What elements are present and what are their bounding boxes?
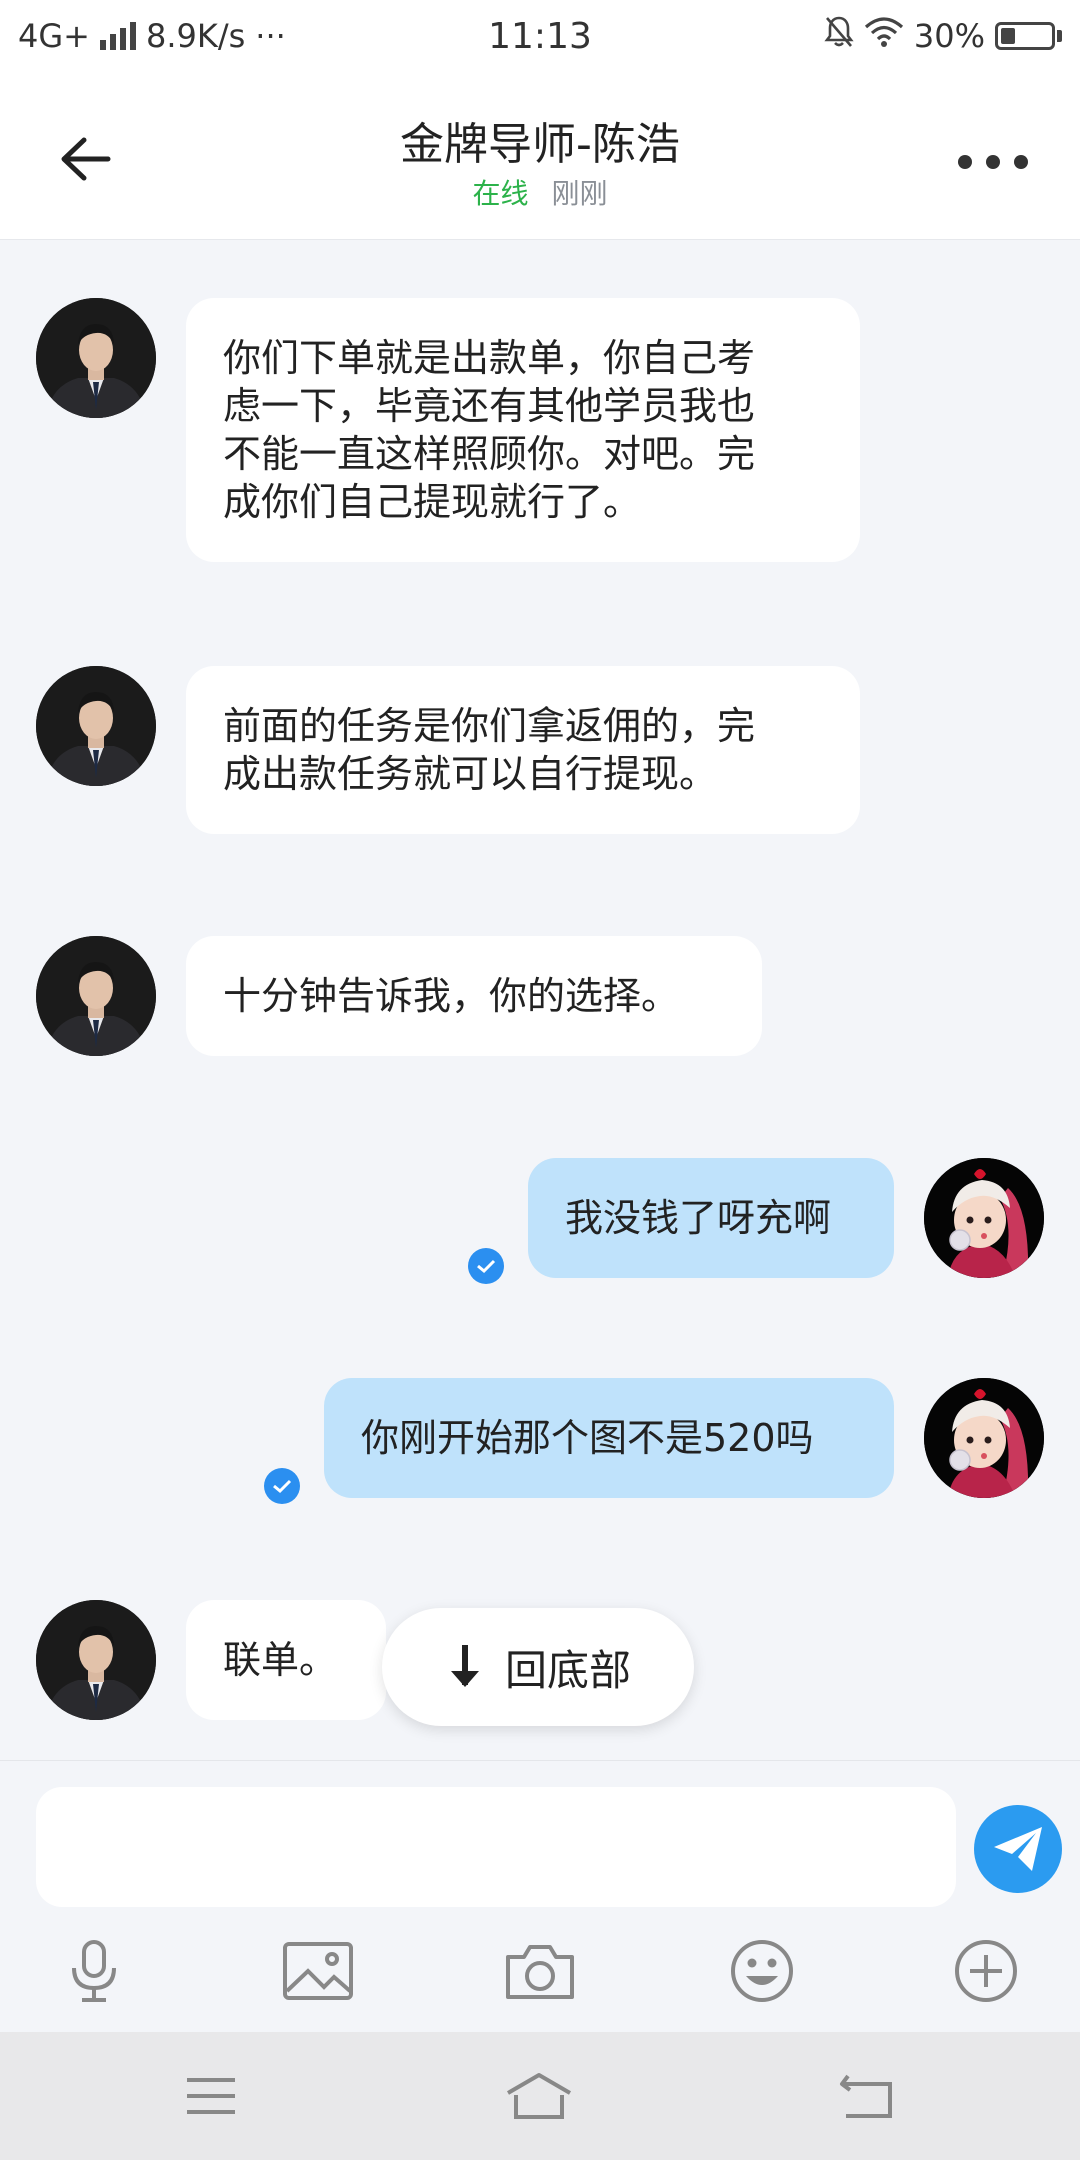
message-input[interactable] [36,1787,956,1907]
paper-plane-icon [994,1827,1042,1871]
scroll-to-bottom-button[interactable]: 回底部 [382,1608,694,1726]
status-left: 4G+ 8.9K/s ··· [18,17,286,55]
system-nav-bar [0,2032,1080,2160]
more-options-button[interactable] [958,142,1028,182]
battery-icon [995,22,1062,50]
message-bubble-incoming[interactable]: 十分钟告诉我，你的选择。 [186,936,762,1056]
contact-name[interactable]: 金牌导师-陈浩 [0,108,1080,172]
image-icon[interactable] [278,1931,358,2011]
back-icon[interactable] [832,2066,902,2126]
chat-header: 金牌导师-陈浩 在线 刚刚 [0,72,1080,240]
message-line: 成出款任务就可以自行提现。 [223,752,718,796]
plus-icon[interactable] [946,1931,1026,2011]
message-line: 我没钱了呀充啊 [565,1196,832,1240]
emoji-icon[interactable] [722,1931,802,2011]
composer-toolbar [0,1931,1080,2021]
home-icon[interactable] [504,2066,574,2126]
user-avatar[interactable] [924,1378,1044,1498]
arrow-down-icon [450,1645,479,1687]
message-line: 前面的任务是你们拿返佣的，完 [223,704,756,748]
presence-status: 在线 刚刚 [0,172,1080,212]
send-button[interactable] [974,1805,1062,1893]
network-type: 4G+ [18,17,90,55]
signal-icon [99,22,136,50]
scroll-to-bottom-label: 回底部 [504,1645,631,1695]
contact-avatar[interactable] [36,1600,156,1720]
online-status: 在线 [472,177,529,210]
battery-percent: 30% [913,17,985,55]
user-avatar[interactable] [924,1158,1044,1278]
message-line: 你们下单就是出款单，你自己考 [223,336,756,380]
composer-area [0,1760,1080,2032]
message-bubble-outgoing[interactable]: 我没钱了呀充啊 [528,1158,894,1278]
status-bar: 4G+ 8.9K/s ··· 11:13 30% [0,0,1080,72]
message-line: 成你们自己提现就行了。 [223,480,642,524]
contact-avatar[interactable] [36,936,156,1056]
mute-bell-icon [824,15,854,57]
read-check-icon [468,1248,504,1284]
message-line: 虑一下，毕竟还有其他学员我也 [223,384,756,428]
message-line: 你刚开始那个图不是520吗 [361,1416,814,1460]
more-notifications: ··· [255,17,286,55]
contact-avatar[interactable] [36,298,156,418]
message-bubble-outgoing[interactable]: 你刚开始那个图不是520吗 [324,1378,894,1498]
microphone-icon[interactable] [54,1931,134,2011]
camera-icon[interactable] [500,1931,580,2011]
message-bubble-incoming[interactable]: 联单。 [186,1600,386,1720]
contact-avatar[interactable] [36,666,156,786]
last-seen: 刚刚 [551,177,608,210]
message-bubble-incoming[interactable]: 你们下单就是出款单，你自己考 虑一下，毕竟还有其他学员我也 不能一直这样照顾你。… [186,298,860,562]
message-line: 不能一直这样照顾你。对吧。完 [223,432,756,476]
message-line: 十分钟告诉我，你的选择。 [223,974,680,1018]
message-line: 联单。 [223,1638,338,1682]
wifi-icon [864,17,904,55]
status-right: 30% [824,15,1062,57]
network-speed: 8.9K/s [145,17,246,55]
message-bubble-incoming[interactable]: 前面的任务是你们拿返佣的，完 成出款任务就可以自行提现。 [186,666,860,834]
read-check-icon [264,1468,300,1504]
menu-icon[interactable] [176,2066,246,2126]
